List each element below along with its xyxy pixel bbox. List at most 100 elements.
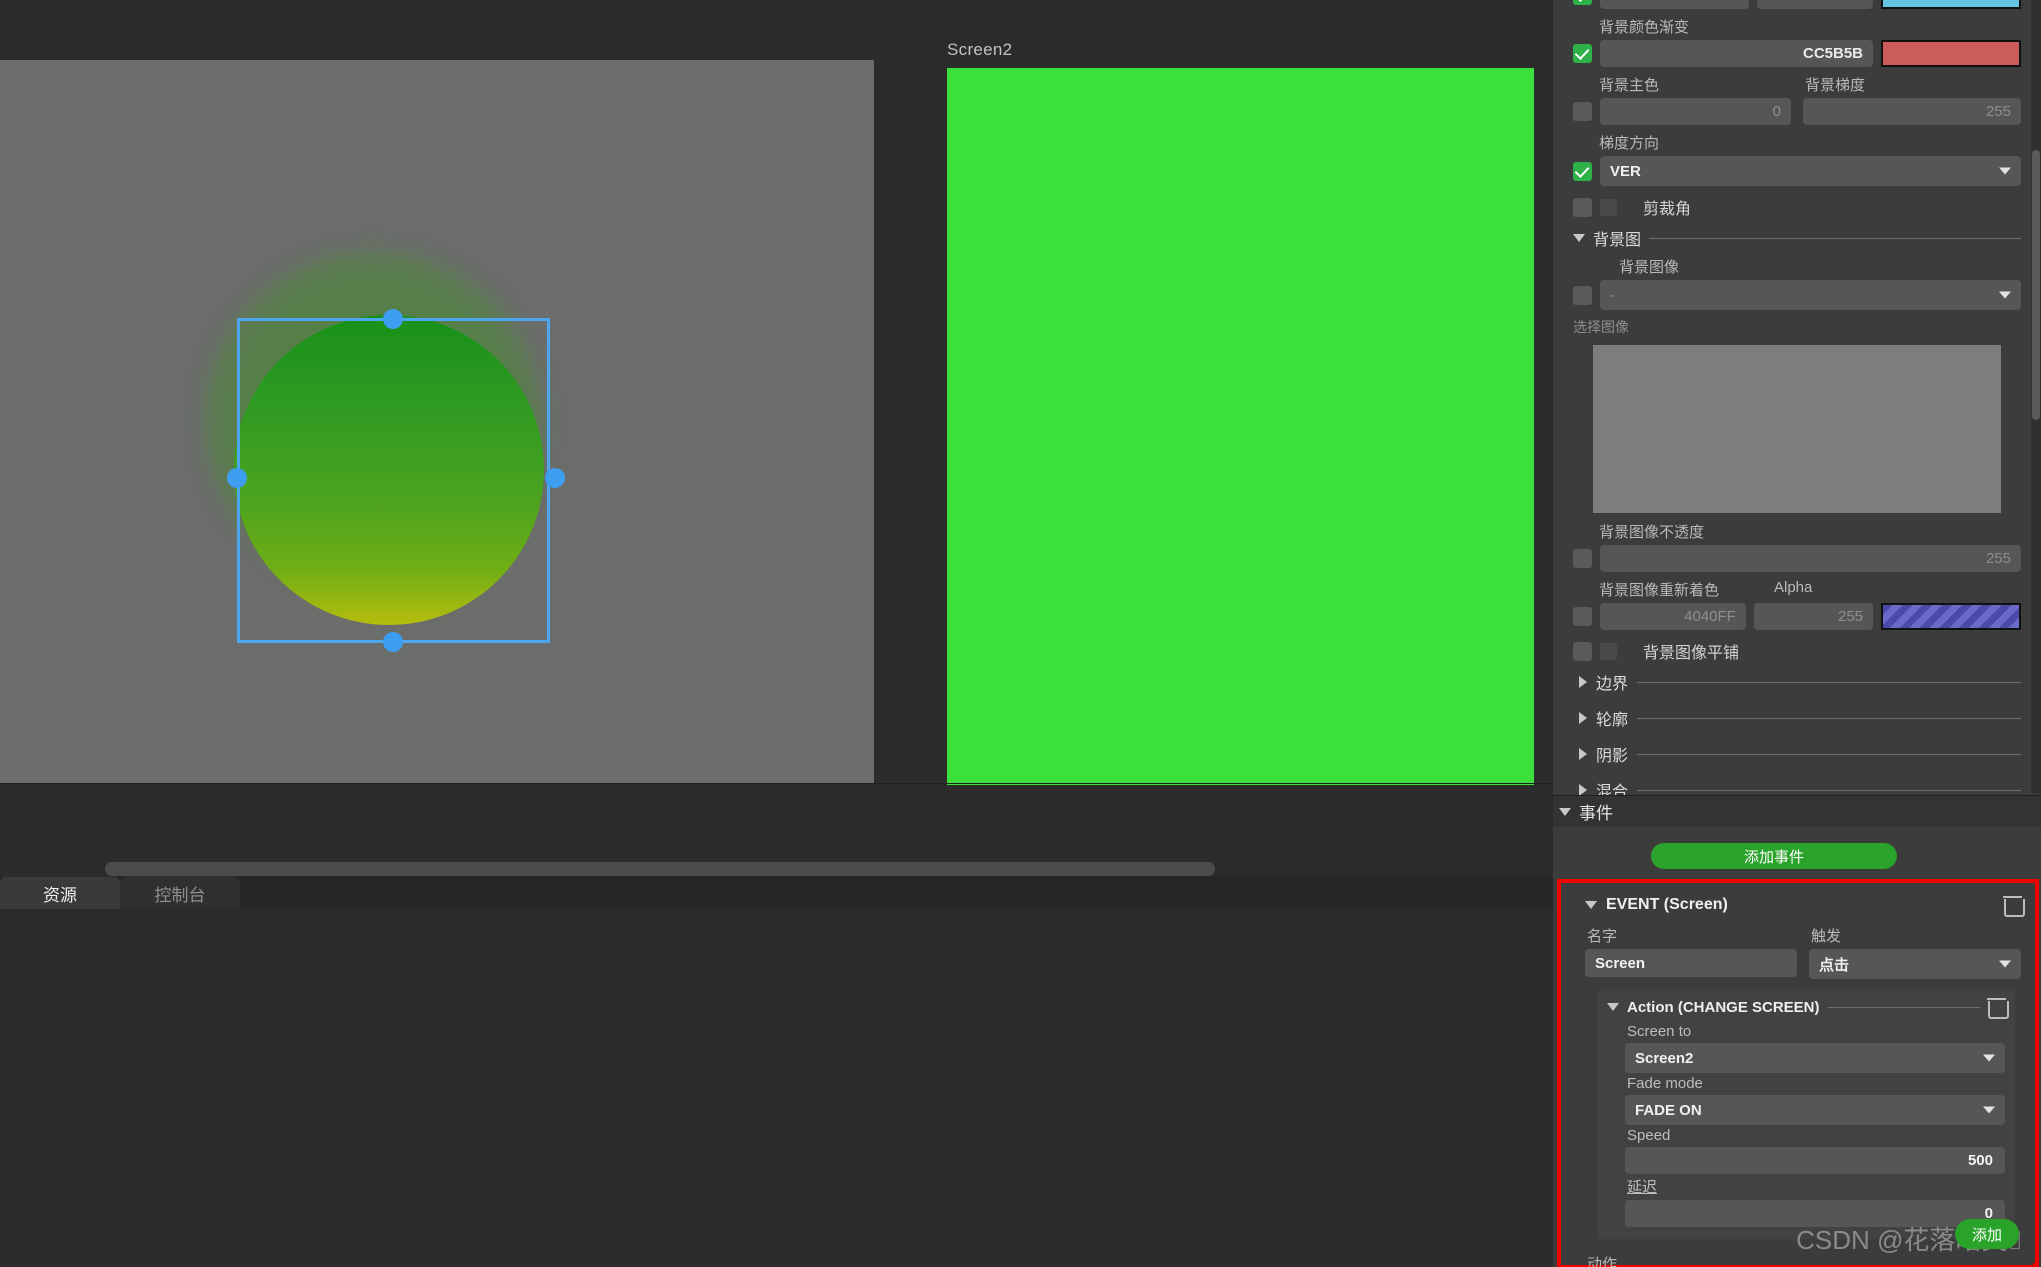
label-bg-image: 背景图像 xyxy=(1619,256,2021,277)
select-gradient-direction[interactable]: VER xyxy=(1600,156,2021,186)
row-bg-gradient-degree: 255 xyxy=(1803,98,2021,125)
section-bg-image-label: 背景图 xyxy=(1593,226,1641,250)
checkbox-bg-gradient[interactable] xyxy=(1573,44,1592,63)
tab-resources[interactable]: 资源 xyxy=(0,877,120,909)
select-event-trigger[interactable]: 点击 xyxy=(1809,949,2021,979)
bg-image-preview[interactable] xyxy=(1593,345,2001,513)
events-section-header[interactable]: 事件 xyxy=(1553,795,2041,827)
label-bg-gradient: 背景颜色渐变 xyxy=(1599,16,2021,37)
triangle-down-icon xyxy=(1573,234,1585,242)
field-top-hex[interactable]: 6DC92C xyxy=(1600,0,1749,9)
section-border[interactable]: 边界 xyxy=(1579,670,2021,694)
select-bg-image-value: - xyxy=(1610,287,1615,304)
field-bg-gradient-hex[interactable]: CC5B5B xyxy=(1600,40,1873,67)
event-card: EVENT (Screen) 名字 Screen 触发 点击 xyxy=(1561,885,2033,1265)
action-rule xyxy=(1828,1007,1980,1008)
label-bg-image-opacity: 背景图像不透度 xyxy=(1599,521,2021,542)
selection-bounding-box xyxy=(237,318,550,643)
checkbox-crop-corner-value[interactable] xyxy=(1600,199,1617,216)
checkbox-bg-image-tile-enable[interactable] xyxy=(1573,642,1592,661)
row-top-partial: 6DC92C 255 xyxy=(1573,0,2021,9)
checkbox-bg-image-tile-value[interactable] xyxy=(1600,643,1617,660)
field-fade-mode: Fade mode FADE ON xyxy=(1625,1075,2005,1125)
properties-scrollbar-thumb[interactable] xyxy=(2032,150,2040,420)
field-bg-image-recolor-alpha[interactable]: 255 xyxy=(1754,603,1873,630)
row-bg-main-color: 0 xyxy=(1573,98,1791,125)
checkbox-bg-main-color[interactable] xyxy=(1573,102,1592,121)
section-rule xyxy=(1649,238,2021,239)
section-outline[interactable]: 轮廓 xyxy=(1579,706,2021,730)
field-bg-gradient-degree[interactable]: 255 xyxy=(1803,98,2021,125)
swatch-bg-gradient[interactable] xyxy=(1881,40,2021,67)
triangle-down-icon xyxy=(1559,808,1571,816)
bottom-panel-body xyxy=(0,909,1553,1267)
select-fade-mode[interactable]: FADE ON xyxy=(1625,1095,2005,1125)
canvas-area: Screen2 资源 控制台 xyxy=(0,0,1553,1267)
checkbox-bg-image-opacity[interactable] xyxy=(1573,549,1592,568)
row-bg-image-recolor: 4040FF 255 xyxy=(1573,603,2021,630)
add-action-button[interactable]: 添加 xyxy=(1955,1219,2019,1249)
chevron-down-icon xyxy=(1999,168,2011,175)
label-speed: Speed xyxy=(1627,1127,2005,1144)
label-crop-corner: 剪裁角 xyxy=(1643,195,1691,219)
delete-event-icon[interactable] xyxy=(2004,895,2021,915)
action-title-row[interactable]: Action (CHANGE SCREEN) xyxy=(1607,997,2005,1017)
triangle-right-icon xyxy=(1579,676,1587,688)
select-bg-image[interactable]: - xyxy=(1600,280,2021,310)
input-delay[interactable]: 0 xyxy=(1625,1200,2005,1227)
section-rule xyxy=(1637,754,2021,755)
resize-handle-bottom[interactable] xyxy=(383,632,403,652)
checkbox-gradient-direction[interactable] xyxy=(1573,162,1592,181)
field-bg-main-color[interactable]: 0 xyxy=(1600,98,1791,125)
input-event-name[interactable]: Screen xyxy=(1585,949,1797,977)
checkbox-top-partial[interactable] xyxy=(1573,0,1592,5)
swatch-top-partial[interactable] xyxy=(1881,0,2021,9)
checkbox-crop-corner-enable[interactable] xyxy=(1573,198,1592,217)
hint-select-image: 选择图像 xyxy=(1573,317,2021,337)
row-gradient-direction: VER xyxy=(1573,156,2021,186)
section-rule xyxy=(1637,682,2021,683)
label-bg-image-alpha: Alpha xyxy=(1774,579,1812,596)
select-fade-mode-value: FADE ON xyxy=(1635,1102,1702,1119)
select-screen-to[interactable]: Screen2 xyxy=(1625,1043,2005,1073)
screen2-canvas[interactable] xyxy=(947,68,1534,785)
label-gradient-direction: 梯度方向 xyxy=(1599,132,2021,153)
section-bg-image[interactable]: 背景图 xyxy=(1573,226,2021,250)
label-wrap-alpha: Alpha xyxy=(1774,579,1812,603)
field-bg-image-opacity[interactable]: 255 xyxy=(1600,545,2021,572)
resize-handle-top[interactable] xyxy=(383,309,403,329)
checkbox-bg-image-recolor[interactable] xyxy=(1573,607,1592,626)
label-fade-mode: Fade mode xyxy=(1627,1075,2005,1092)
select-screen-to-value: Screen2 xyxy=(1635,1050,1693,1067)
field-bg-image-recolor-hex[interactable]: 4040FF xyxy=(1600,603,1746,630)
app-root: Screen2 资源 控制台 6DC92C 255 背景颜色渐变 CC5 xyxy=(0,0,2041,1267)
action-box: Action (CHANGE SCREEN) Screen to Screen2… xyxy=(1597,991,2015,1239)
label-action-bottom: 动作 xyxy=(1587,1253,2021,1267)
label-wrap-recolor: 背景图像重新着色 xyxy=(1599,579,1774,603)
screen1-canvas[interactable] xyxy=(0,60,874,783)
tab-console[interactable]: 控制台 xyxy=(120,877,240,909)
label-bg-main-color: 背景主色 xyxy=(1599,74,1791,95)
properties-scrollbar[interactable] xyxy=(2031,0,2041,793)
delete-action-icon[interactable] xyxy=(1988,997,2005,1017)
add-event-button[interactable]: 添加事件 xyxy=(1651,843,1897,869)
section-rule xyxy=(1637,718,2021,719)
chevron-down-icon xyxy=(1983,1107,1995,1114)
triangle-down-icon xyxy=(1607,1003,1619,1011)
input-speed[interactable]: 500 xyxy=(1625,1147,2005,1174)
resize-handle-right[interactable] xyxy=(545,468,565,488)
field-top-alpha[interactable]: 255 xyxy=(1757,0,1873,9)
triangle-down-icon xyxy=(1585,901,1597,909)
event-title-row[interactable]: EVENT (Screen) xyxy=(1585,895,2021,915)
swatch-bg-image-recolor[interactable] xyxy=(1881,603,2021,630)
triangle-right-icon xyxy=(1579,748,1587,760)
action-bottom: 动作 更改屏幕 xyxy=(1585,1253,2021,1267)
resize-handle-left[interactable] xyxy=(227,468,247,488)
event-trigger-col: 触发 点击 xyxy=(1809,925,2021,979)
canvas-hscrollbar-thumb[interactable] xyxy=(105,862,1215,876)
section-shadow[interactable]: 阴影 xyxy=(1579,742,2021,766)
triangle-right-icon xyxy=(1579,712,1587,724)
row-bg-image-opacity: 255 xyxy=(1573,545,2021,572)
checkbox-bg-image[interactable] xyxy=(1573,286,1592,305)
label-bg-image-tile: 背景图像平铺 xyxy=(1643,639,1739,663)
